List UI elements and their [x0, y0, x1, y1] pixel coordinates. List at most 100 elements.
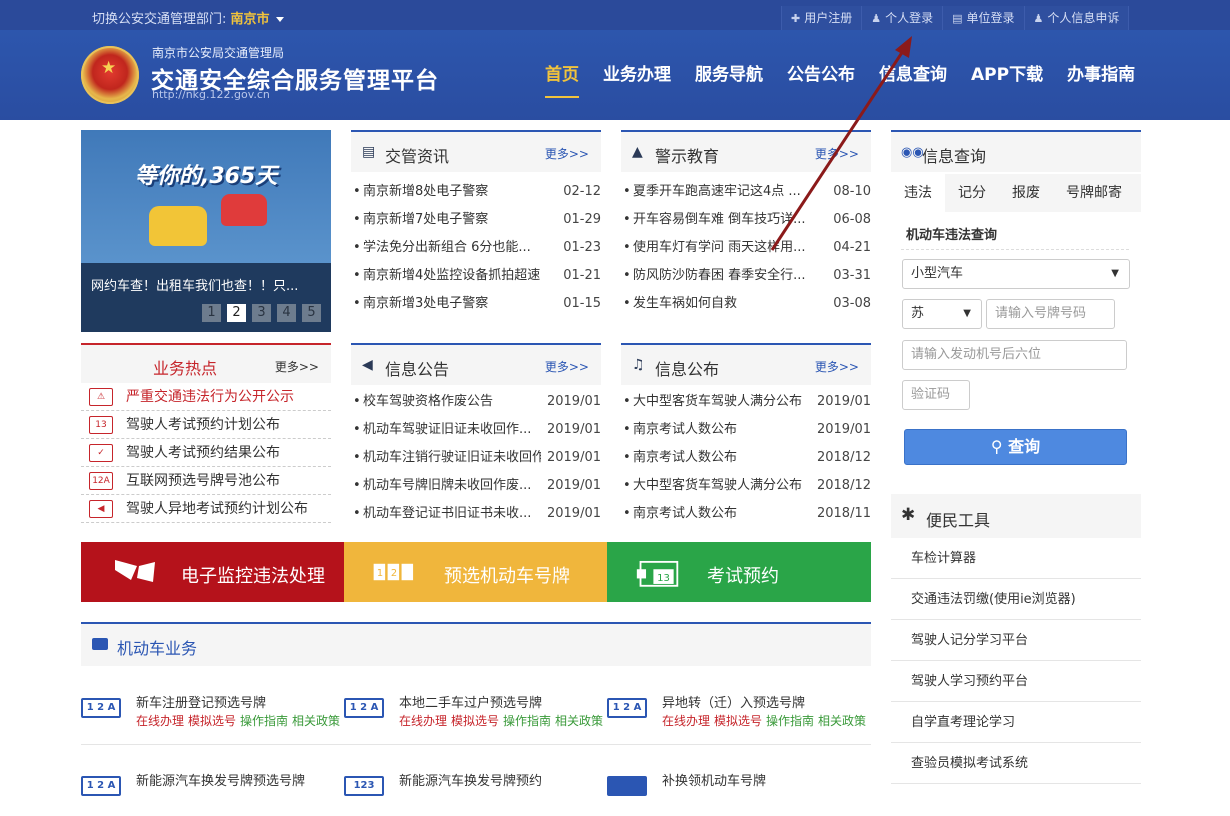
news-item[interactable]: 使用车灯有学问 雨天这样用...04-21 — [621, 234, 871, 262]
captcha-input[interactable]: 验证码 — [902, 380, 970, 410]
personal-login-link[interactable]: ♟ 个人登录 — [861, 6, 943, 30]
info-publish-panel: ♫ 信息公布 更多>> 大中型客货车驾驶人满分公布2019/01 南京考试人数公… — [621, 343, 871, 528]
news-item[interactable]: 南京新增8处电子警察02-12 — [351, 178, 601, 206]
engine-number-input[interactable]: 请输入发动机号后六位 — [902, 340, 1127, 370]
more-link[interactable]: 更多>> — [275, 358, 319, 375]
tab-violation[interactable]: 违法 — [891, 174, 945, 212]
news-item[interactable]: 开车容易倒车难 倒车技巧详...06-08 — [621, 206, 871, 234]
news-item[interactable]: 发生车祸如何自救03-08 — [621, 290, 871, 318]
more-link[interactable]: 更多>> — [815, 358, 859, 375]
policy-link[interactable]: 相关政策 — [292, 714, 340, 728]
publish-item[interactable]: 大中型客货车驾驶人满分公布2019/01 — [621, 388, 871, 416]
online-handle-link[interactable]: 在线办理 — [399, 714, 447, 728]
policy-link[interactable]: 相关政策 — [818, 714, 866, 728]
online-handle-link[interactable]: 在线办理 — [662, 714, 710, 728]
news-item[interactable]: 学法免分出新组合 6分也能...01-23 — [351, 234, 601, 262]
publish-item[interactable]: 南京考试人数公布2019/01 — [621, 416, 871, 444]
dept-city[interactable]: 南京市 — [231, 12, 270, 27]
guide-link[interactable]: 操作指南 — [503, 714, 551, 728]
tool-link[interactable]: 车检计算器 — [891, 538, 1141, 579]
publish-item[interactable]: 南京考试人数公布2018/11 — [621, 500, 871, 528]
notice-item[interactable]: 机动车登记证书旧证书未收...2019/01 — [351, 500, 601, 528]
hot-item[interactable]: ⚠ 严重交通违法行为公开公示 — [81, 383, 331, 411]
news-item[interactable]: 南京新增4处监控设备抓拍超速01-21 — [351, 262, 601, 290]
item-name[interactable]: 补换领机动车号牌 — [662, 770, 766, 789]
carousel-page-4[interactable]: 4 — [277, 304, 296, 322]
item-name[interactable]: 新能源汽车换发号牌预选号牌 — [136, 770, 305, 789]
divider — [901, 249, 1129, 250]
panel-title: 交管资讯 — [385, 147, 450, 166]
simulate-select-link[interactable]: 模拟选号 — [451, 714, 499, 728]
news-item[interactable]: 夏季开车跑高速牢记这4点 ...08-10 — [621, 178, 871, 206]
convenience-tools-panel: ✱ 便民工具 车检计算器 交通违法罚缴(使用ie浏览器) 驾驶人记分学习平台 驾… — [891, 494, 1141, 784]
button-label: 考试预约 — [707, 566, 779, 587]
more-link[interactable]: 更多>> — [545, 145, 589, 162]
banner-caption[interactable]: 网约车查！出租车我们也查！！只... — [91, 275, 323, 294]
item-name[interactable]: 新能源汽车换发号牌预约 — [399, 770, 542, 789]
nav-home[interactable]: 首页 — [545, 64, 579, 98]
e-monitor-violation-button[interactable]: 电子监控违法处理 — [81, 542, 344, 602]
panel-title: 便民工具 — [926, 511, 991, 530]
news-item[interactable]: 南京新增3处电子警察01-15 — [351, 290, 601, 318]
notice-item[interactable]: 机动车注销行驶证旧证未收回作...2019/01 — [351, 444, 601, 472]
tab-plate-mail[interactable]: 号牌邮寄 — [1053, 174, 1135, 212]
carousel-page-2[interactable]: 2 — [227, 304, 246, 322]
info-query-panel: ◉◉ 信息查询 违法 记分 报废 号牌邮寄 机动车违法查询 小型汽车 ▼ 苏 ▼ 请… — [891, 130, 1141, 482]
tool-link[interactable]: 自学直考理论学习 — [891, 702, 1141, 743]
simulate-select-link[interactable]: 模拟选号 — [714, 714, 762, 728]
nav-guide[interactable]: 办事指南 — [1067, 64, 1135, 98]
company-login-link[interactable]: ▤ 单位登录 — [942, 6, 1024, 30]
notice-item[interactable]: 机动车驾驶证旧证未收回作...2019/01 — [351, 416, 601, 444]
carousel-page-1[interactable]: 1 — [202, 304, 221, 322]
tab-score[interactable]: 记分 — [945, 174, 999, 212]
simulate-select-link[interactable]: 模拟选号 — [188, 714, 236, 728]
hot-item[interactable]: ✓ 驾驶人考试预约结果公布 — [81, 439, 331, 467]
tool-link[interactable]: 交通违法罚缴(使用ie浏览器) — [891, 579, 1141, 620]
register-link[interactable]: ✚ 用户注册 — [781, 6, 862, 30]
hot-item[interactable]: 13 驾驶人考试预约计划公布 — [81, 411, 331, 439]
svg-text:1: 1 — [377, 568, 383, 579]
nav-service[interactable]: 服务导航 — [695, 64, 763, 98]
caret-down-icon[interactable] — [275, 17, 284, 22]
nav-app-download[interactable]: APP下载 — [971, 64, 1043, 98]
tab-scrap[interactable]: 报废 — [999, 174, 1053, 212]
item-name[interactable]: 本地二手车过户预选号牌 — [399, 692, 542, 711]
vehicle-type-select[interactable]: 小型汽车 ▼ — [902, 259, 1130, 289]
notice-item[interactable]: 校车驾驶资格作废公告2019/01 — [351, 388, 601, 416]
notice-item[interactable]: 机动车号牌旧牌未收回作废...2019/01 — [351, 472, 601, 500]
tool-link[interactable]: 驾驶人记分学习平台 — [891, 620, 1141, 661]
item-name[interactable]: 新车注册登记预选号牌 — [136, 692, 266, 711]
hot-item[interactable]: 12A 互联网预选号牌号池公布 — [81, 467, 331, 495]
online-handle-link[interactable]: 在线办理 — [136, 714, 184, 728]
policy-link[interactable]: 相关政策 — [555, 714, 603, 728]
more-link[interactable]: 更多>> — [545, 358, 589, 375]
preselect-plate-button[interactable]: 12 预选机动车号牌 — [344, 542, 607, 602]
tool-link[interactable]: 驾驶人学习预约平台 — [891, 661, 1141, 702]
megaphone-icon: ◀ — [89, 500, 113, 518]
nav-business[interactable]: 业务办理 — [603, 64, 671, 98]
guide-link[interactable]: 操作指南 — [240, 714, 288, 728]
news-item[interactable]: 南京新增7处电子警察01-29 — [351, 206, 601, 234]
carousel-page-5[interactable]: 5 — [302, 304, 321, 322]
tool-link[interactable]: 查验员模拟考试系统 — [891, 743, 1141, 784]
publish-item[interactable]: 大中型客货车驾驶人满分公布2018/12 — [621, 472, 871, 500]
exam-booking-button[interactable]: 13 考试预约 — [607, 542, 871, 602]
nav-announcement[interactable]: 公告公布 — [787, 64, 855, 98]
item-name[interactable]: 异地转（迁）入预选号牌 — [662, 692, 805, 711]
news-item[interactable]: 防风防沙防春困 春季安全行...03-31 — [621, 262, 871, 290]
province-select[interactable]: 苏 ▼ — [902, 299, 982, 329]
plate-number-input[interactable]: 请输入号牌号码 — [986, 299, 1115, 329]
appeal-link[interactable]: ♟ 个人信息申诉 — [1023, 6, 1130, 30]
carousel-page-3[interactable]: 3 — [252, 304, 271, 322]
guide-link[interactable]: 操作指南 — [766, 714, 814, 728]
banner-carousel[interactable]: 等你的,365天 网约车查！出租车我们也查！！只... 1 2 3 4 5 — [81, 130, 331, 332]
hot-item[interactable]: ◀ 驾驶人异地考试预约计划公布 — [81, 495, 331, 523]
panel-title: 信息公布 — [655, 360, 720, 379]
query-button[interactable]: ⚲ 查询 — [904, 429, 1127, 465]
nav-query[interactable]: 信息查询 — [879, 64, 947, 98]
publish-item[interactable]: 南京考试人数公布2018/12 — [621, 444, 871, 472]
plate-icon: 1 2 A — [344, 698, 384, 718]
plate-icon: 12A — [89, 472, 113, 490]
more-link[interactable]: 更多>> — [815, 145, 859, 162]
dept-switcher[interactable]: 切换公安交通管理部门: 南京市 — [92, 8, 284, 27]
